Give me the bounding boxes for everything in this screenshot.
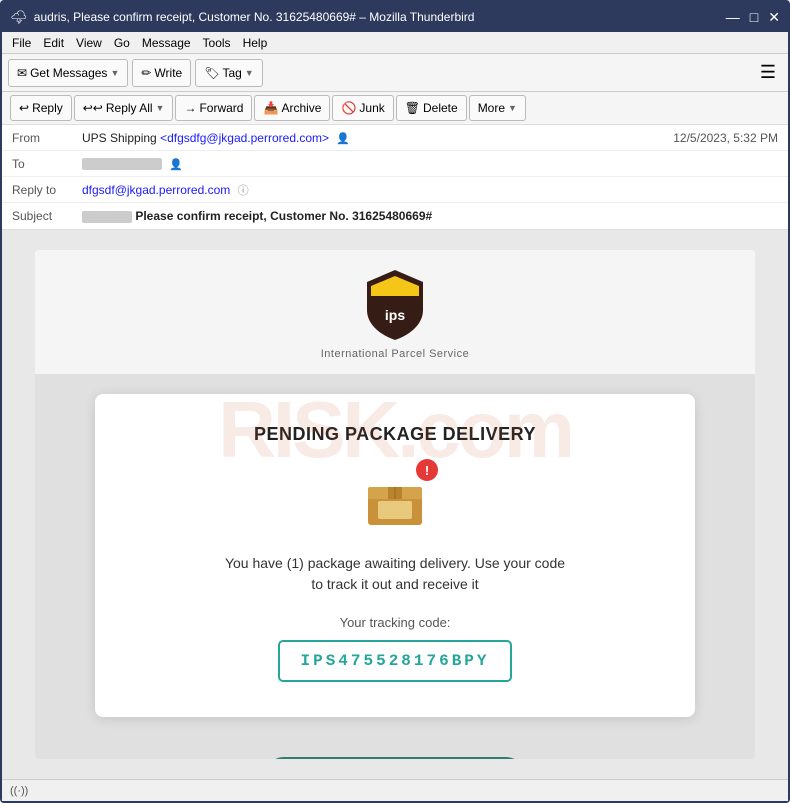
write-label: Write [154,66,182,80]
alert-badge: ! [416,459,438,481]
card-title: PENDING PACKAGE DELIVERY [135,424,655,445]
logo-subtitle: International Parcel Service [321,348,470,360]
reply-to-row: Reply to dfgsdf@jkgad.perrored.com ⓘ [2,177,788,203]
window-controls: — □ ✕ [726,9,780,26]
body-text-line2: to track it out and receive it [311,576,478,592]
more-label: More [478,101,505,115]
action-bar: ↩ Reply ↩↩ Reply All ▼ → Forward 📥 Archi… [2,92,788,125]
from-label: From [12,131,82,145]
forward-label: Forward [199,101,243,115]
minimize-button[interactable]: — [726,9,740,26]
tracking-code: IPS475528176BPY [278,640,511,682]
subject-value: Please confirm receipt, Customer No. 316… [82,209,778,223]
tag-icon: 🏷 [204,66,219,80]
reply-to-email[interactable]: dfgsdf@jkgad.perrored.com [82,183,230,197]
to-label: To [12,157,82,171]
toolbar: ✉ Get Messages ▼ ✏ Write 🏷 Tag ▼ ☰ [2,54,788,92]
status-text: ((·)) [10,785,28,797]
reply-icon: ↩ [19,101,29,115]
subject-text: Please confirm receipt, Customer No. 316… [135,209,432,223]
logo-area: ips International Parcel Service [35,250,755,374]
get-messages-dropdown-icon[interactable]: ▼ [110,68,119,78]
to-contact-icon: 👤 [169,159,183,171]
to-redacted [82,158,162,170]
to-row: To 👤 [2,151,788,177]
status-bar: ((·)) [2,779,788,801]
email-content: ips International Parcel Service RISK.co… [35,250,755,759]
tag-label: Tag [222,66,241,80]
from-email[interactable]: <dfgsdfg@jkgad.perrored.com> [160,131,329,145]
reply-to-info-icon: ⓘ [238,185,249,197]
close-button[interactable]: ✕ [768,9,780,26]
email-date: 12/5/2023, 5:32 PM [673,131,778,145]
svg-text:ips: ips [385,307,405,323]
tag-dropdown-icon[interactable]: ▼ [245,68,254,78]
reply-all-dropdown-icon[interactable]: ▼ [156,103,165,113]
app-icon: 🌩 [10,9,28,26]
get-messages-label: Get Messages [30,66,107,80]
forward-button[interactable]: → Forward [175,95,252,121]
tag-button[interactable]: 🏷 Tag ▼ [195,59,263,87]
reply-to-value: dfgsdf@jkgad.perrored.com ⓘ [82,182,778,198]
reply-button[interactable]: ↩ Reply [10,95,72,121]
menu-help[interactable]: Help [237,34,274,52]
menu-tools[interactable]: Tools [197,34,237,52]
tracking-label: Your tracking code: [135,615,655,630]
menu-file[interactable]: File [6,34,37,52]
window-title: audris, Please confirm receipt, Customer… [34,10,726,24]
pencil-icon: ✏ [141,66,151,80]
body-text-line1: You have (1) package awaiting delivery. … [225,555,565,571]
write-button[interactable]: ✏ Write [132,59,191,87]
delete-button[interactable]: 🗑 Delete [396,95,467,121]
junk-label: Junk [359,101,384,115]
package-icon-wrap: ! [360,465,430,535]
reply-all-label: Reply All [106,101,153,115]
card-body-text-1: You have (1) package awaiting delivery. … [135,553,655,595]
junk-icon: 🚫 [341,101,356,115]
junk-button[interactable]: 🚫 Junk [332,95,393,121]
reply-label: Reply [32,101,63,115]
maximize-button[interactable]: □ [750,9,758,26]
archive-label: Archive [281,101,321,115]
hamburger-menu-button[interactable]: ☰ [754,58,782,87]
thunderbird-window: 🌩 audris, Please confirm receipt, Custom… [0,0,790,803]
ups-logo: ips [363,268,427,340]
from-value: UPS Shipping <dfgsdfg@jkgad.perrored.com… [82,131,673,145]
track-package-button[interactable]: Track your package [262,757,527,759]
email-body: RISK.com ips International Parcel Servic… [2,230,788,779]
menu-edit[interactable]: Edit [37,34,70,52]
delivery-card: PENDING PACKAGE DELIVERY [95,394,695,717]
menu-view[interactable]: View [70,34,108,52]
title-bar: 🌩 audris, Please confirm receipt, Custom… [2,2,788,32]
email-header: ↩ Reply ↩↩ Reply All ▼ → Forward 📥 Archi… [2,92,788,230]
get-messages-button[interactable]: ✉ Get Messages ▼ [8,59,128,87]
reply-all-button[interactable]: ↩↩ Reply All ▼ [74,95,174,121]
menu-go[interactable]: Go [108,34,136,52]
archive-icon: 📥 [263,101,278,115]
archive-button[interactable]: 📥 Archive [254,95,330,121]
subject-redacted [82,211,132,223]
track-button-wrap: Track your package [35,747,755,759]
from-row: From UPS Shipping <dfgsdfg@jkgad.perrore… [2,125,788,151]
envelope-icon: ✉ [17,66,27,80]
more-dropdown-icon[interactable]: ▼ [508,103,517,113]
more-button[interactable]: More ▼ [469,95,526,121]
forward-icon: → [184,101,196,115]
reply-all-icon: ↩↩ [83,101,103,115]
reply-to-label: Reply to [12,183,82,197]
subject-row: Subject Please confirm receipt, Customer… [2,203,788,229]
contact-icon: 👤 [336,133,350,145]
delete-label: Delete [423,101,458,115]
to-value: 👤 [82,157,778,171]
subject-label: Subject [12,209,82,223]
menu-message[interactable]: Message [136,34,197,52]
trash-icon: 🗑 [405,101,420,115]
from-name: UPS Shipping [82,131,157,145]
menu-bar: File Edit View Go Message Tools Help [2,32,788,54]
